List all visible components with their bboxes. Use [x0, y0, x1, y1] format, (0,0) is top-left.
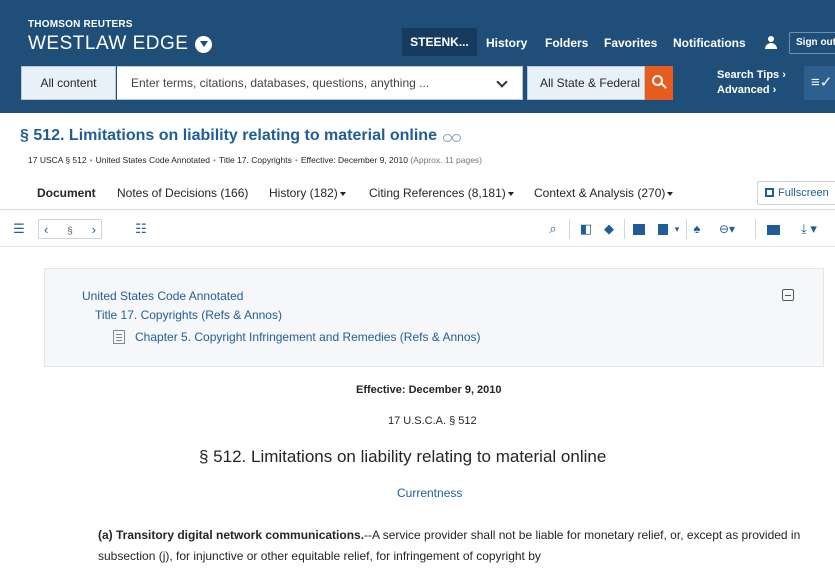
tab-context-label: Context & Analysis (270): [534, 186, 666, 200]
folder-icon[interactable]: [763, 219, 783, 239]
fullscreen-button[interactable]: Fullscreen: [757, 181, 835, 205]
nav-folders[interactable]: Folders: [545, 36, 588, 50]
chevron-down-icon[interactable]: [195, 36, 212, 53]
table-of-contents-icon[interactable]: ☰: [8, 219, 30, 239]
highlight-dropdown-icon[interactable]: [655, 219, 671, 239]
app-header: THOMSON REUTERS WESTLAW EDGE STEENK... H…: [0, 0, 835, 113]
note-icon[interactable]: [629, 219, 649, 239]
fullscreen-icon: [765, 188, 774, 197]
caret-down-icon: [507, 191, 514, 196]
glasses-icon[interactable]: [441, 132, 461, 142]
caret-down-icon: [339, 191, 346, 196]
advanced-search-label: Advanced: [717, 84, 770, 96]
document-title[interactable]: § 512. Limitations on liability relating…: [20, 127, 437, 145]
previous-section-icon[interactable]: ‹: [44, 220, 48, 240]
search-tips-label: Search Tips: [717, 69, 780, 81]
search-icon[interactable]: ⌕: [543, 219, 563, 239]
breadcrumb-level-2[interactable]: Title 17. Copyrights (Refs & Annos): [95, 308, 282, 322]
search-button[interactable]: [645, 66, 673, 100]
document-icon: [113, 330, 125, 344]
search-input[interactable]: Enter terms, citations, databases, quest…: [117, 66, 523, 100]
brand-logo[interactable]: WESTLAW EDGE: [28, 33, 188, 55]
nav-history[interactable]: History: [486, 36, 527, 50]
body-section-title: § 512. Limitations on liability relating…: [199, 447, 607, 466]
tab-history[interactable]: History (182): [269, 186, 346, 200]
chevron-down-icon[interactable]: ▾: [671, 219, 683, 239]
nav-favorites[interactable]: Favorites: [604, 36, 657, 50]
collapse-icon[interactable]: [782, 289, 794, 301]
meta-source: United States Code Annotated: [95, 155, 210, 165]
client-id-button[interactable]: STEENK...: [402, 28, 477, 56]
meta-effective: Effective: December 9, 2010: [300, 155, 408, 165]
brand-small: THOMSON REUTERS: [28, 19, 133, 30]
tab-citing-label: Citing References (8,181): [369, 186, 506, 200]
link-icon[interactable]: ⊖▾: [713, 219, 741, 239]
fullscreen-label: Fullscreen: [778, 187, 829, 199]
download-icon[interactable]: ⤓ ▾: [793, 219, 825, 239]
caret-down-icon: [667, 191, 674, 196]
user-icon[interactable]: [764, 36, 778, 50]
breadcrumb-level-1[interactable]: United States Code Annotated: [82, 289, 243, 303]
search-tips-link[interactable]: Search Tips › Advanced ›: [717, 68, 786, 98]
breadcrumb-level-3[interactable]: Chapter 5. Copyright Infringement and Re…: [135, 330, 481, 344]
jurisdiction-select[interactable]: All State & Federal: [527, 66, 645, 100]
tab-citing-references[interactable]: Citing References (8,181): [369, 186, 514, 200]
compare-icon[interactable]: ◧: [576, 219, 596, 239]
tab-context-analysis[interactable]: Context & Analysis (270): [534, 186, 674, 200]
body-paragraph: (a) Transitory digital network communica…: [98, 525, 833, 567]
paragraph-heading: (a) Transitory digital network communica…: [98, 528, 365, 542]
section-symbol: §: [67, 226, 73, 237]
list-check-icon[interactable]: ≡✓: [804, 66, 835, 100]
tag-icon[interactable]: ◆: [599, 219, 619, 239]
bell-icon[interactable]: ♠: [688, 219, 706, 239]
tab-document[interactable]: Document: [37, 186, 96, 200]
body-citation: 17 U.S.C.A. § 512: [388, 415, 477, 427]
meta-pages: (Approx. 11 pages): [410, 155, 483, 165]
tab-notes-of-decisions[interactable]: Notes of Decisions (166): [117, 186, 248, 200]
document-meta: 17 USCA § 512 • United States Code Annotat…: [28, 155, 483, 165]
sign-out-button[interactable]: Sign out: [789, 32, 835, 54]
body-effective-date: Effective: December 9, 2010: [356, 384, 502, 396]
content-type-select[interactable]: All content: [21, 66, 116, 100]
section-navigator: ‹ § ›: [38, 219, 102, 239]
next-section-icon[interactable]: ›: [92, 220, 96, 240]
nav-notifications[interactable]: Notifications: [673, 36, 746, 50]
meta-cite: 17 USCA § 512: [28, 155, 87, 165]
tab-history-label: History (182): [269, 186, 338, 200]
outline-list-icon[interactable]: ☷: [130, 219, 152, 239]
meta-title: Title 17. Copyrights: [218, 155, 292, 165]
currentness-link[interactable]: Currentness: [397, 486, 462, 500]
